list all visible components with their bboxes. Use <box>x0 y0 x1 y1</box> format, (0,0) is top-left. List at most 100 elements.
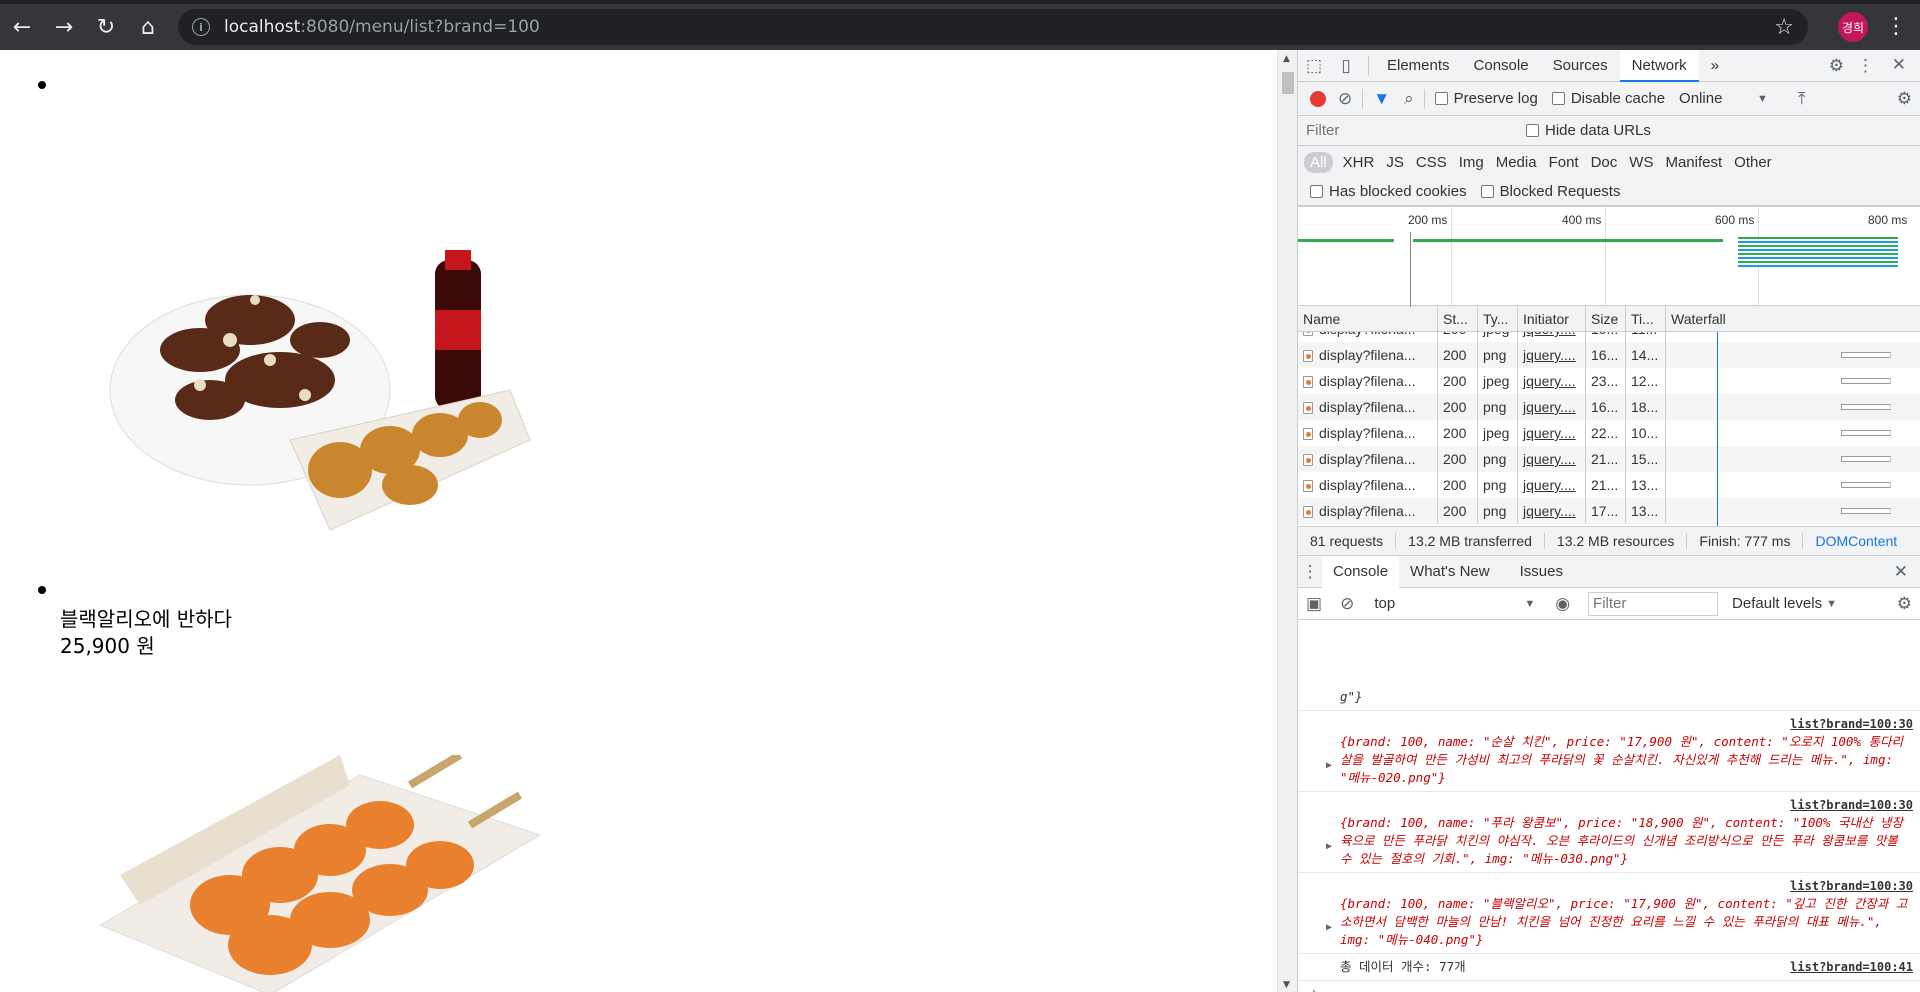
chevron-down-icon[interactable]: ▼ <box>1524 598 1535 610</box>
filter-input[interactable] <box>1302 119 1510 142</box>
clear-icon[interactable]: ⊘ <box>1338 89 1352 109</box>
throttle-select[interactable]: Online <box>1679 90 1757 107</box>
request-initiator[interactable]: jquery.... <box>1518 472 1586 498</box>
log-levels-select[interactable]: Default levels <box>1732 595 1822 612</box>
request-initiator[interactable]: jquery.... <box>1518 420 1586 446</box>
has-blocked-cookies-checkbox[interactable] <box>1310 185 1323 198</box>
close-devtools-icon[interactable]: ✕ <box>1892 55 1906 75</box>
scroll-up-icon[interactable]: ▲ <box>1283 54 1290 64</box>
console-source-link[interactable]: list?brand=100:41 <box>1790 958 1913 976</box>
console-sidebar-icon[interactable]: ▣ <box>1306 594 1322 614</box>
network-request-row[interactable]: display?filena... 200 png jquery.... 21... 13… <box>1298 472 1920 498</box>
column-initiator[interactable]: Initiator <box>1518 306 1586 331</box>
tab-elements[interactable]: Elements <box>1375 50 1462 82</box>
scrollbar-thumb[interactable] <box>1282 72 1294 94</box>
column-name[interactable]: Name <box>1298 306 1438 331</box>
network-request-row[interactable]: display?filena... 200 png jquery.... 17... 13… <box>1298 498 1920 524</box>
network-request-row[interactable]: display?filena... 200 png jquery.... 16... 14… <box>1298 342 1920 368</box>
search-icon[interactable]: ⌕ <box>1404 89 1414 109</box>
column-type[interactable]: Ty... <box>1478 306 1518 331</box>
request-name-text: display?filena... <box>1319 477 1416 493</box>
filter-type-manifest[interactable]: Manifest <box>1659 154 1728 171</box>
request-status: 200 <box>1438 394 1478 420</box>
request-initiator[interactable]: jquery.... <box>1518 342 1586 368</box>
request-size: 10... <box>1586 332 1626 342</box>
drawer-tab-issues[interactable]: Issues <box>1509 556 1574 588</box>
page-scrollbar[interactable]: ▲ ▼ <box>1277 50 1297 992</box>
network-request-row[interactable]: display?filena... 200 png jquery.... 16... 18… <box>1298 394 1920 420</box>
home-icon[interactable]: ⌂ <box>128 7 168 47</box>
filter-type-css[interactable]: CSS <box>1410 154 1453 171</box>
drawer-menu-icon[interactable]: ⋮ <box>1298 562 1322 582</box>
live-expression-eye-icon[interactable]: ◉ <box>1555 594 1570 614</box>
request-initiator[interactable]: jquery.... <box>1518 332 1586 342</box>
disable-cache-checkbox[interactable] <box>1551 92 1565 105</box>
console-source-link[interactable]: list?brand=100:30 <box>1790 796 1913 814</box>
network-request-row[interactable]: display?filena... 200 jpeg jquery.... 22... 1… <box>1298 420 1920 446</box>
settings-gear-icon[interactable]: ⚙ <box>1829 56 1844 76</box>
tab-network[interactable]: Network <box>1619 49 1699 82</box>
filter-type-xhr[interactable]: XHR <box>1337 154 1381 171</box>
filter-funnel-icon[interactable]: ▼ <box>1373 89 1390 109</box>
record-icon[interactable] <box>1310 90 1326 107</box>
console-prompt[interactable]: › <box>1298 981 1920 992</box>
scroll-down-icon[interactable]: ▼ <box>1283 980 1290 990</box>
drawer-tab-console[interactable]: Console <box>1322 555 1400 588</box>
expand-object-icon[interactable]: ▶ <box>1326 838 1332 856</box>
request-initiator[interactable]: jquery.... <box>1518 446 1586 472</box>
back-icon[interactable]: ← <box>2 7 42 47</box>
drawer-tab-whats-new[interactable]: What's New <box>1399 556 1501 588</box>
console-source-link[interactable]: list?brand=100:30 <box>1790 877 1913 895</box>
info-icon[interactable]: i <box>192 18 210 36</box>
expand-object-icon[interactable]: ▶ <box>1326 757 1332 775</box>
network-overview-timeline[interactable]: 200 ms 400 ms 600 ms 800 ms <box>1298 206 1920 307</box>
column-waterfall[interactable]: Waterfall <box>1666 306 1920 331</box>
device-toolbar-icon[interactable]: ▯ <box>1330 56 1362 76</box>
request-initiator[interactable]: jquery.... <box>1518 498 1586 524</box>
bookmark-star-icon[interactable]: ☆ <box>1774 15 1794 40</box>
filter-type-img[interactable]: Img <box>1453 154 1490 171</box>
hide-data-urls-checkbox[interactable] <box>1526 124 1539 137</box>
profile-avatar[interactable]: 경희 <box>1838 12 1868 42</box>
forward-icon[interactable]: → <box>44 7 84 47</box>
network-settings-icon[interactable]: ⚙ <box>1897 89 1912 109</box>
context-select[interactable]: top <box>1374 595 1524 612</box>
filter-type-media[interactable]: Media <box>1490 154 1543 171</box>
preserve-log-checkbox[interactable] <box>1434 92 1448 105</box>
console-filter-input[interactable] <box>1588 591 1719 616</box>
console-source-link[interactable]: list?brand=100:30 <box>1790 715 1913 733</box>
column-size[interactable]: Size <box>1586 306 1626 331</box>
devtools-menu-icon[interactable]: ⋮ <box>1857 56 1874 76</box>
column-status[interactable]: St... <box>1438 306 1478 331</box>
address-bar[interactable]: i localhost:8080/menu/list?brand=100 ☆ <box>178 9 1808 45</box>
tab-console[interactable]: Console <box>1462 50 1541 82</box>
console-message: list?brand=100:41 총 데이터 개수: 77개 <box>1298 954 1920 981</box>
chevron-down-icon[interactable]: ▼ <box>1826 598 1837 610</box>
expand-object-icon[interactable]: ▶ <box>1326 919 1332 937</box>
column-time[interactable]: Ti... <box>1626 306 1666 331</box>
network-request-list[interactable]: display?filena...200jpegjquery....10...1… <box>1298 332 1920 526</box>
close-drawer-icon[interactable]: ✕ <box>1894 562 1908 582</box>
chevron-down-icon[interactable]: ▼ <box>1757 93 1768 105</box>
filter-type-doc[interactable]: Doc <box>1585 154 1624 171</box>
filter-type-js[interactable]: JS <box>1380 154 1410 171</box>
filter-type-font[interactable]: Font <box>1543 154 1585 171</box>
console-settings-icon[interactable]: ⚙ <box>1897 594 1912 614</box>
inspect-element-icon[interactable]: ⬚ <box>1298 56 1330 76</box>
filter-type-all[interactable]: All <box>1304 151 1333 173</box>
request-initiator[interactable]: jquery.... <box>1518 394 1586 420</box>
filter-type-ws[interactable]: WS <box>1623 154 1659 171</box>
network-request-row[interactable]: display?filena... 200 png jquery.... 21... 15… <box>1298 446 1920 472</box>
network-request-row[interactable]: display?filena... 200jpegjquery....10...1… <box>1298 332 1920 342</box>
preserve-log-label: Preserve log <box>1453 90 1538 107</box>
browser-menu-icon[interactable]: ⋮ <box>1880 10 1912 44</box>
request-initiator[interactable]: jquery.... <box>1518 368 1586 394</box>
tab-sources[interactable]: Sources <box>1541 50 1620 82</box>
console-clear-icon[interactable]: ⊘ <box>1340 594 1354 614</box>
network-request-row[interactable]: display?filena... 200 jpeg jquery.... 23... 1… <box>1298 368 1920 394</box>
reload-icon[interactable]: ↻ <box>86 7 126 47</box>
filter-type-other[interactable]: Other <box>1728 154 1778 171</box>
import-har-icon[interactable]: ⤒ <box>1798 89 1806 109</box>
blocked-requests-checkbox[interactable] <box>1480 185 1494 198</box>
more-tabs-icon[interactable]: » <box>1699 50 1731 82</box>
